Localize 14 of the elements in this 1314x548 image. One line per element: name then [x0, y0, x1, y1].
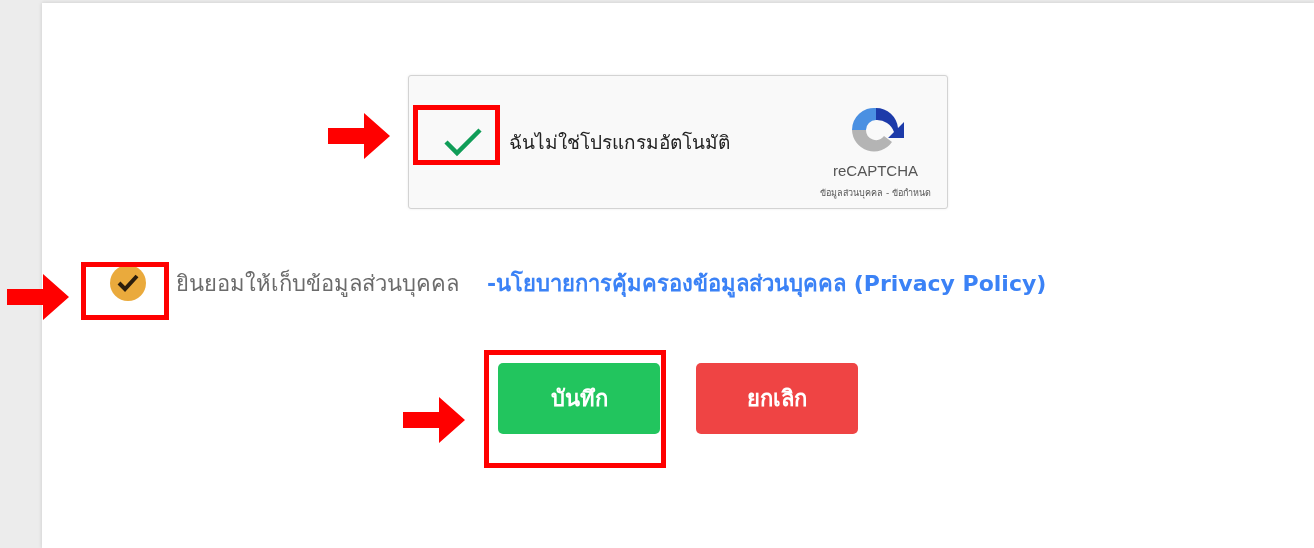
arrow-icon: [328, 113, 390, 159]
brand-label: reCAPTCHA: [833, 161, 918, 181]
privacy-link[interactable]: ข้อมูลส่วนบุคคล: [820, 187, 883, 198]
arrow-icon: [403, 397, 465, 443]
captcha-label: ฉันไม่ใช่โปรแกรมอัตโนมัติ: [509, 129, 730, 155]
terms-link[interactable]: ข้อกำหนด: [892, 187, 931, 198]
check-icon[interactable]: [443, 127, 483, 157]
save-button[interactable]: บันทึก: [498, 363, 660, 434]
consent-checkbox[interactable]: [110, 265, 146, 301]
arrow-icon: [7, 274, 69, 320]
privacy-policy-link[interactable]: -นโยบายการคุ้มครองข้อมูลส่วนบุคคล (Privacy Policy): [487, 266, 1047, 300]
link-separator: -: [884, 187, 891, 198]
consent-label: ยินยอมให้เก็บข้อมูลส่วนบุคคล: [176, 268, 459, 299]
cancel-button[interactable]: ยกเลิก: [696, 363, 858, 434]
